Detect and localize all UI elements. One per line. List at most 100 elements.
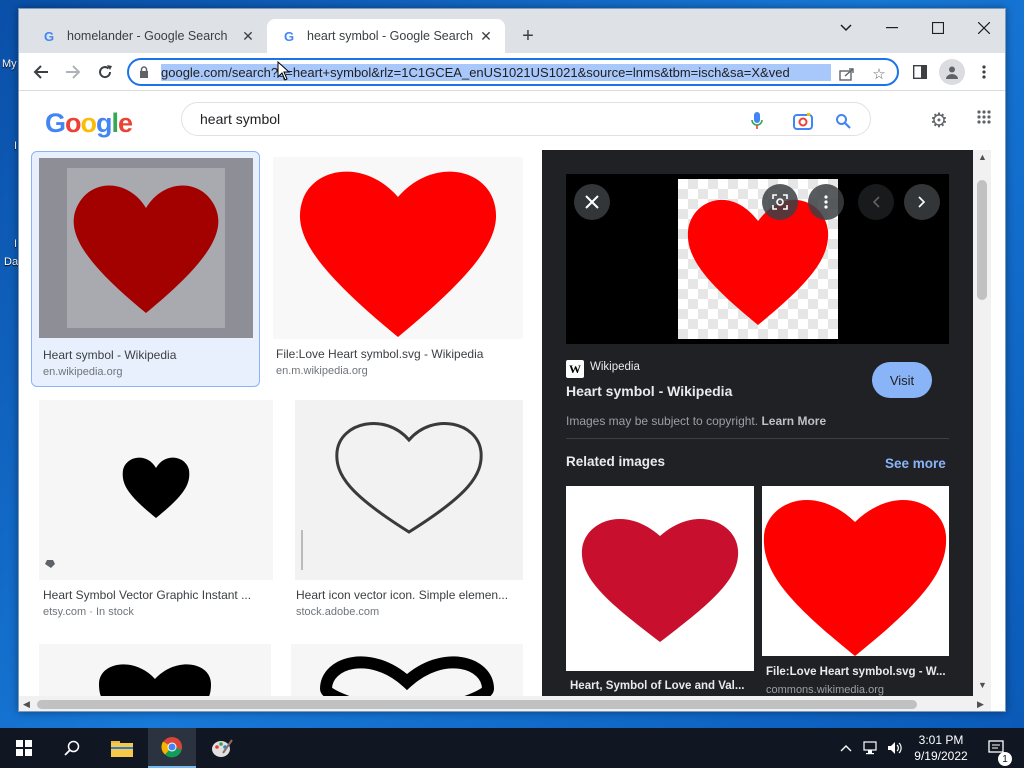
notification-center-icon[interactable]: 1 [982,728,1012,768]
desktop-icon-label[interactable]: My [2,58,17,70]
result-source: en.wikipedia.org [43,366,123,378]
result-title[interactable]: Heart icon vector icon. Simple elemen... [296,588,518,602]
result-card[interactable]: Heart icon vector icon. Simple elemen...… [295,400,525,630]
mouse-cursor-icon [277,61,291,81]
google-favicon-icon: G [43,28,55,44]
start-windows-icon[interactable] [0,728,48,768]
clock-date: 9/19/2022 [914,749,968,763]
scroll-right-arrow-icon[interactable]: ▶ [977,699,984,710]
maximize-button[interactable] [915,13,961,43]
google-images-page: Google heart symbol ⚙ Heart symbol - Wik… [19,92,1005,711]
close-preview-icon[interactable] [574,184,610,220]
windows-taskbar: 3:01 PM 9/19/2022 1 [0,728,1024,768]
google-logo[interactable]: Google [45,108,133,139]
result-card[interactable]: Heart symbol - Wikipedia en.wikipedia.or… [31,151,260,387]
scroll-left-arrow-icon[interactable]: ◀ [23,699,30,710]
see-more-link[interactable]: See more [885,456,946,471]
tray-chevron-up-icon[interactable] [836,728,856,768]
microphone-icon[interactable] [746,110,768,132]
result-thumbnail[interactable] [273,157,523,339]
desktop-icon-label[interactable]: Da [4,256,18,268]
volume-icon[interactable] [884,728,906,768]
tab-search-chevron-icon[interactable] [823,13,869,43]
notification-count-badge: 1 [998,752,1012,766]
new-tab-button[interactable]: + [515,23,541,49]
preview-image-area [566,174,949,344]
network-icon[interactable] [860,728,882,768]
file-explorer-icon[interactable] [98,728,146,768]
clock-time: 3:01 PM [918,733,964,747]
tab-heart-symbol[interactable]: G heart symbol - Google Search ✕ [267,19,505,53]
result-source: etsy.com · In stock [43,606,134,618]
preview-title[interactable]: Heart symbol - Wikipedia [566,383,732,399]
related-image[interactable] [762,486,949,656]
related-title[interactable]: Heart, Symbol of Love and Val... [570,680,750,692]
desktop-icon-label[interactable]: I [14,140,17,152]
image-results-grid: Heart symbol - Wikipedia en.wikipedia.or… [19,150,542,711]
close-window-button[interactable] [961,13,1005,43]
copyright-notice: Images may be subject to copyright. [566,414,759,428]
previous-image-icon[interactable] [858,184,894,220]
tab-strip: G homelander - Google Search ✕ G heart s… [19,9,1005,53]
camera-lens-icon[interactable] [792,110,814,132]
lock-icon[interactable] [139,66,153,78]
result-title[interactable]: Heart Symbol Vector Graphic Instant ... [43,588,269,602]
learn-more-link[interactable]: Learn More [761,414,826,428]
google-favicon-icon: G [283,28,295,44]
result-card[interactable]: File:Love Heart symbol.svg - Wikipedia e… [273,151,525,387]
side-panel-icon[interactable] [907,59,933,85]
forward-button[interactable] [59,58,87,86]
result-thumbnail[interactable] [39,400,273,580]
browser-toolbar: google.com/search?q=heart+symbol&rlz=1C1… [19,53,1005,91]
wikipedia-favicon-icon: W [566,360,584,378]
back-button[interactable] [27,58,55,86]
chrome-taskbar-icon[interactable] [148,728,196,768]
tab-title: homelander - Google Search [67,29,228,43]
url-text[interactable]: google.com/search?q=heart+symbol&rlz=1C1… [161,63,831,81]
profile-avatar-icon[interactable] [939,59,965,85]
lens-search-icon[interactable] [762,184,798,220]
close-tab-icon[interactable]: ✕ [477,27,495,45]
desktop-icon-label[interactable]: I [14,238,17,250]
system-clock[interactable]: 3:01 PM 9/19/2022 [906,732,976,764]
result-title[interactable]: File:Love Heart symbol.svg - Wikipedia [276,347,524,361]
search-icon[interactable] [832,110,854,132]
scroll-up-arrow-icon[interactable]: ▲ [978,152,987,162]
share-icon[interactable] [837,64,857,84]
paint-app-icon[interactable] [198,728,246,768]
menu-kebab-icon[interactable] [971,59,997,85]
panel-divider [566,438,949,439]
result-title[interactable]: Heart symbol - Wikipedia [43,348,253,362]
reload-button[interactable] [91,58,119,86]
search-taskbar-icon[interactable] [48,728,96,768]
bookmark-star-icon[interactable]: ☆ [869,64,889,84]
scrollbar-thumb[interactable] [37,700,917,709]
result-thumbnail[interactable] [39,158,253,338]
address-bar[interactable]: google.com/search?q=heart+symbol&rlz=1C1… [127,58,899,86]
settings-gear-icon[interactable]: ⚙ [927,108,951,132]
related-title[interactable]: File:Love Heart symbol.svg - W... [766,666,946,678]
search-input[interactable]: heart symbol [181,102,871,136]
visit-button[interactable]: Visit [872,362,932,398]
result-thumbnail[interactable] [295,400,523,580]
result-source: en.m.wikipedia.org [276,365,368,377]
source-site-name[interactable]: Wikipedia [590,361,640,373]
more-options-icon[interactable] [808,184,844,220]
scroll-down-arrow-icon[interactable]: ▼ [978,680,987,690]
tab-homelander[interactable]: G homelander - Google Search ✕ [27,19,267,53]
related-source: commons.wikimedia.org [766,684,884,696]
horizontal-scrollbar[interactable]: ◀ ▶ [19,696,984,711]
vertical-scrollbar[interactable]: ▲ ▼ [973,150,991,711]
tab-title: heart symbol - Google Search [307,29,474,43]
close-tab-icon[interactable]: ✕ [239,27,257,45]
next-image-icon[interactable] [904,184,940,220]
minimize-button[interactable] [869,13,915,43]
related-images-heading: Related images [566,454,666,469]
image-preview-panel: W Wikipedia Heart symbol - Wikipedia Vis… [542,150,973,711]
result-card[interactable]: Heart Symbol Vector Graphic Instant ... … [39,400,275,630]
search-query-text: heart symbol [200,111,281,127]
scrollbar-thumb[interactable] [977,180,987,300]
browser-window: G homelander - Google Search ✕ G heart s… [18,8,1006,712]
related-image[interactable] [566,486,754,671]
apps-grid-icon[interactable] [977,110,997,130]
